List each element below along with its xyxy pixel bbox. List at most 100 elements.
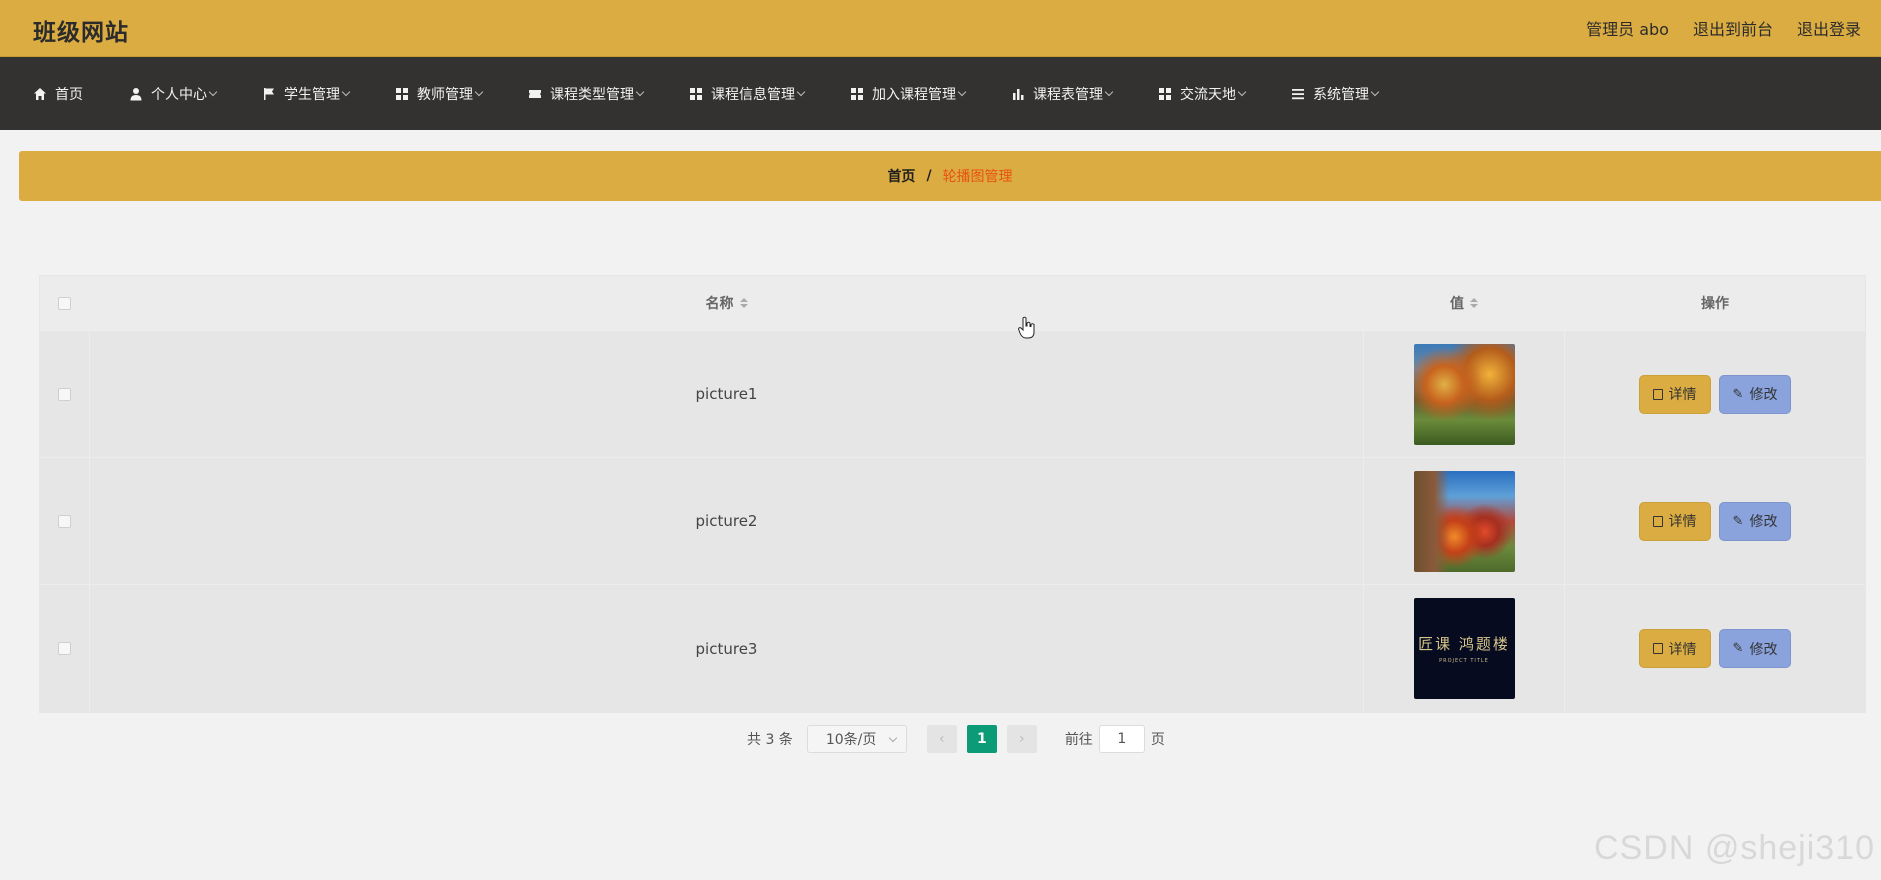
nav-item-teacher-management[interactable]: 教师管理 xyxy=(395,84,484,104)
nav-label: 个人中心 xyxy=(151,86,207,103)
chevron-down-icon xyxy=(1104,87,1114,96)
admin-user-label[interactable]: 管理员 abo xyxy=(1586,16,1669,40)
page-suffix: 页 xyxy=(1150,732,1165,748)
column-name-label: 名称 xyxy=(705,296,734,312)
detail-label: 详情 xyxy=(1668,387,1697,403)
detail-button[interactable]: 详情 xyxy=(1638,501,1711,541)
header-links: 管理员 abo 退出到前台 退出登录 xyxy=(1586,16,1861,40)
document-icon xyxy=(1652,643,1663,654)
table-row: picture2 详情 ✎ 修改 xyxy=(40,458,1865,585)
value-cell xyxy=(1364,331,1565,457)
page-number-active[interactable]: 1 xyxy=(966,725,997,753)
row-checkbox-cell xyxy=(40,331,90,457)
detail-label: 详情 xyxy=(1668,641,1697,658)
thumbnail-sub-text: PROJECT TITLE xyxy=(1439,658,1489,664)
nav-label: 课程信息管理 xyxy=(711,86,795,103)
goto-page-input[interactable] xyxy=(1098,725,1145,753)
grid-icon xyxy=(396,87,408,100)
pen-icon: ✎ xyxy=(1732,641,1744,656)
value-cell xyxy=(1364,458,1565,584)
nav-label: 学生管理 xyxy=(284,86,340,103)
nav-item-course-type-management[interactable]: 课程类型管理 xyxy=(528,84,645,104)
thumbnail-logo-text: 匠课 鸿题楼 xyxy=(1418,635,1510,653)
nav-label: 教师管理 xyxy=(417,86,473,103)
nav-item-timetable-management[interactable]: 课程表管理 xyxy=(1011,84,1114,104)
grid-icon xyxy=(851,87,863,100)
site-title: 班级网站 xyxy=(33,20,129,46)
prev-page-button[interactable]: ‹ xyxy=(926,725,957,753)
grid-icon xyxy=(690,87,702,100)
nav-label: 课程表管理 xyxy=(1033,86,1103,103)
chevron-down-icon xyxy=(1370,87,1380,96)
watermark: CSDN @sheji310 xyxy=(1594,829,1875,867)
table-header-row: 名称 值 操作 xyxy=(40,276,1865,331)
breadcrumb-home[interactable]: 首页 xyxy=(887,166,915,186)
nav-label: 系统管理 xyxy=(1313,86,1369,103)
nav-item-course-info-management[interactable]: 课程信息管理 xyxy=(689,84,806,104)
chevron-down-icon xyxy=(341,87,351,96)
page-size-select[interactable]: 10条/页 xyxy=(806,725,907,753)
nav-item-system-management[interactable]: 系统管理 xyxy=(1291,84,1380,104)
dark-logo-thumbnail[interactable]: 匠课 鸿题楼 PROJECT TITLE xyxy=(1413,598,1515,699)
breadcrumb: 首页 / 轮播图管理 xyxy=(19,151,1881,201)
column-value-label: 值 xyxy=(1450,296,1464,312)
autumn-campus-thumbnail[interactable] xyxy=(1413,343,1515,445)
chevron-down-icon xyxy=(635,87,645,96)
main-nav: 首页 个人中心 学生管理 教师管理 课程类型管理 课程信息管理 加入课程管理 课… xyxy=(0,57,1881,130)
header-checkbox-cell xyxy=(40,276,90,330)
nav-item-personal-center[interactable]: 个人中心 xyxy=(129,84,218,104)
actions-cell: 详情 ✎ 修改 xyxy=(1565,331,1865,457)
row-checkbox[interactable] xyxy=(58,514,71,528)
logout-link[interactable]: 退出登录 xyxy=(1797,16,1861,40)
column-header-name[interactable]: 名称 xyxy=(90,276,1364,330)
document-icon xyxy=(1652,388,1663,400)
sort-icon[interactable] xyxy=(1470,298,1478,308)
back-to-front-link[interactable]: 退出到前台 xyxy=(1693,16,1773,40)
user-icon xyxy=(130,87,142,100)
nav-item-home[interactable]: 首页 xyxy=(33,84,83,104)
chevron-down-icon xyxy=(474,87,484,96)
edit-label: 修改 xyxy=(1749,641,1778,658)
table-row: picture1 详情 ✎ 修改 xyxy=(40,331,1865,458)
pen-icon: ✎ xyxy=(1732,513,1744,529)
total-count: 共 3 条 xyxy=(747,732,793,748)
grid-icon xyxy=(1159,87,1171,100)
edit-button[interactable]: ✎ 修改 xyxy=(1718,374,1792,414)
list-icon xyxy=(1292,88,1304,99)
breadcrumb-separator: / xyxy=(926,168,932,184)
home-icon xyxy=(34,87,46,100)
top-header: 班级网站 管理员 abo 退出到前台 退出登录 xyxy=(0,0,1881,57)
nav-item-student-management[interactable]: 学生管理 xyxy=(262,84,351,104)
column-header-value[interactable]: 值 xyxy=(1364,276,1565,330)
flag-icon xyxy=(264,87,274,100)
edit-button[interactable]: ✎ 修改 xyxy=(1718,629,1792,668)
detail-button[interactable]: 详情 xyxy=(1638,629,1711,668)
hand-cursor-icon xyxy=(1017,316,1035,339)
edit-label: 修改 xyxy=(1749,514,1778,530)
sort-icon[interactable] xyxy=(739,298,748,308)
nav-label: 加入课程管理 xyxy=(872,86,956,103)
campus-garden-thumbnail[interactable] xyxy=(1413,470,1515,572)
name-cell: picture1 xyxy=(90,331,1364,457)
nav-item-forum[interactable]: 交流天地 xyxy=(1158,84,1247,104)
actions-cell: 详情 ✎ 修改 xyxy=(1565,585,1865,712)
table-row: picture3 匠课 鸿题楼 PROJECT TITLE 详情 ✎ 修改 xyxy=(40,585,1865,712)
nav-item-join-course-management[interactable]: 加入课程管理 xyxy=(850,84,967,104)
name-cell: picture2 xyxy=(90,458,1364,584)
detail-button[interactable]: 详情 xyxy=(1638,374,1711,414)
column-header-actions: 操作 xyxy=(1565,276,1865,330)
row-checkbox[interactable] xyxy=(58,387,71,401)
next-page-button[interactable]: › xyxy=(1006,725,1037,753)
nav-label: 课程类型管理 xyxy=(550,86,634,103)
goto-label: 前往 xyxy=(1064,732,1093,748)
row-checkbox-cell xyxy=(40,585,90,712)
page-size-value: 10条/页 xyxy=(825,732,877,748)
detail-label: 详情 xyxy=(1668,514,1697,530)
bar-chart-icon xyxy=(1013,88,1024,100)
edit-button[interactable]: ✎ 修改 xyxy=(1718,501,1792,541)
row-checkbox[interactable] xyxy=(58,642,71,655)
name-cell: picture3 xyxy=(90,585,1364,712)
chevron-down-icon xyxy=(796,87,806,96)
select-all-checkbox[interactable] xyxy=(58,296,71,310)
nav-label: 首页 xyxy=(55,86,83,103)
